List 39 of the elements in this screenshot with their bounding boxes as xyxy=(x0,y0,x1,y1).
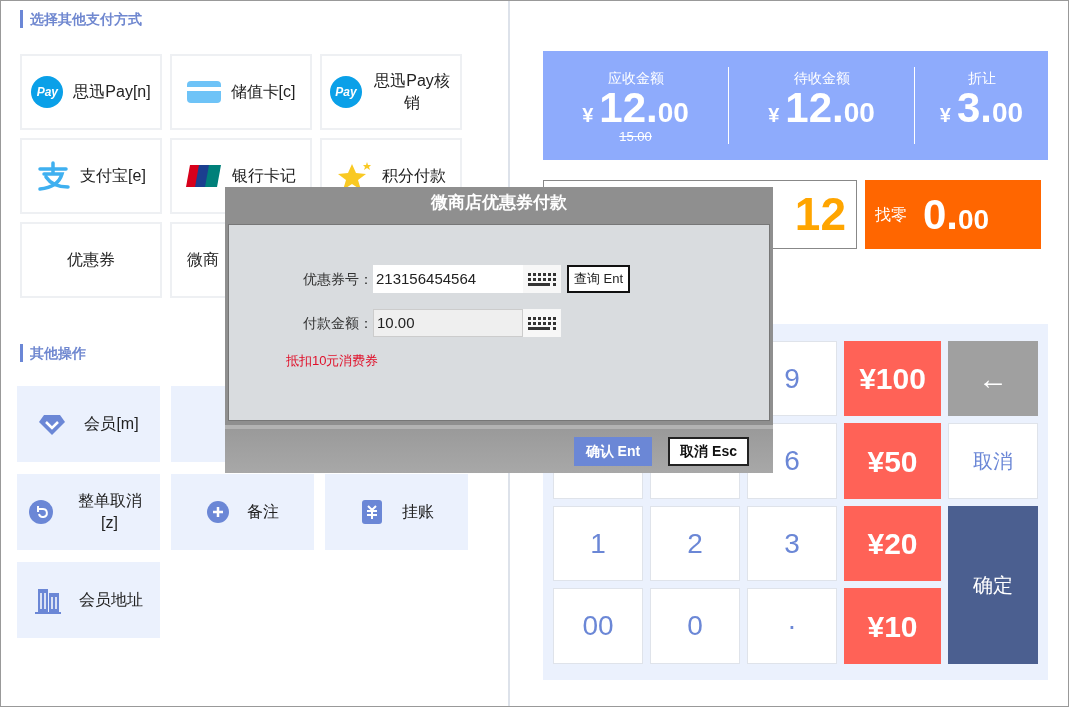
amount-value: 0.00 xyxy=(923,193,990,236)
keyboard-button[interactable] xyxy=(523,265,561,293)
operation-button[interactable]: 备注 xyxy=(171,474,314,550)
payment-method-button[interactable]: 支付宝[e] xyxy=(20,138,162,214)
payment-method-button[interactable]: 优惠券 xyxy=(20,222,162,298)
input-field[interactable]: 213156454564 xyxy=(373,265,523,293)
pay-logo-icon: Pay xyxy=(330,76,362,108)
amount-label: 待收金额 xyxy=(793,69,850,87)
keyboard-button[interactable] xyxy=(523,309,561,337)
keyboard-icon xyxy=(528,316,556,330)
field-label: 付款金额： xyxy=(302,313,373,333)
bank-card-logo-icon xyxy=(186,163,222,189)
amount-value: ¥12.00 xyxy=(768,87,875,130)
change-label: 找零 xyxy=(875,204,907,225)
amount-label: 折让 xyxy=(967,69,996,87)
operation-button[interactable]: 会员地址 xyxy=(17,562,160,638)
original-amount: 15.00 xyxy=(619,130,652,144)
operation-button[interactable]: 挂账 xyxy=(325,474,468,550)
amount-value: ¥12.00 xyxy=(582,87,689,130)
pay-logo-icon: Pay xyxy=(31,76,64,108)
payment-method-button[interactable]: Pay 思迅Pay[n] xyxy=(20,54,162,130)
confirm-key[interactable]: 确定 xyxy=(948,506,1038,664)
card-icon xyxy=(186,79,221,105)
plus-icon xyxy=(206,501,229,523)
keyboard-icon xyxy=(528,272,556,286)
alipay-icon xyxy=(36,161,71,191)
operation-button[interactable]: 整单取消[z] xyxy=(17,474,160,550)
field-label: 优惠券号： xyxy=(302,269,373,289)
amount-value: ¥3.00 xyxy=(939,87,1024,130)
operation-button[interactable]: 会员[m] xyxy=(17,386,160,462)
yen-ticket-icon xyxy=(359,499,384,525)
undo-icon xyxy=(29,500,53,524)
section-heading: 选择其他支付方式 xyxy=(20,10,508,28)
amount-label: 应收金额 xyxy=(607,69,664,87)
cancel-key[interactable]: 取消 xyxy=(948,423,1038,499)
payment-method-button[interactable]: Pay 思迅Pay核销 xyxy=(320,54,462,130)
payment-method-button[interactable]: 储值卡[c] xyxy=(170,54,312,130)
cancel-button[interactable]: 取消 Esc xyxy=(668,436,749,466)
query-button[interactable]: 查询 Ent xyxy=(567,265,631,293)
